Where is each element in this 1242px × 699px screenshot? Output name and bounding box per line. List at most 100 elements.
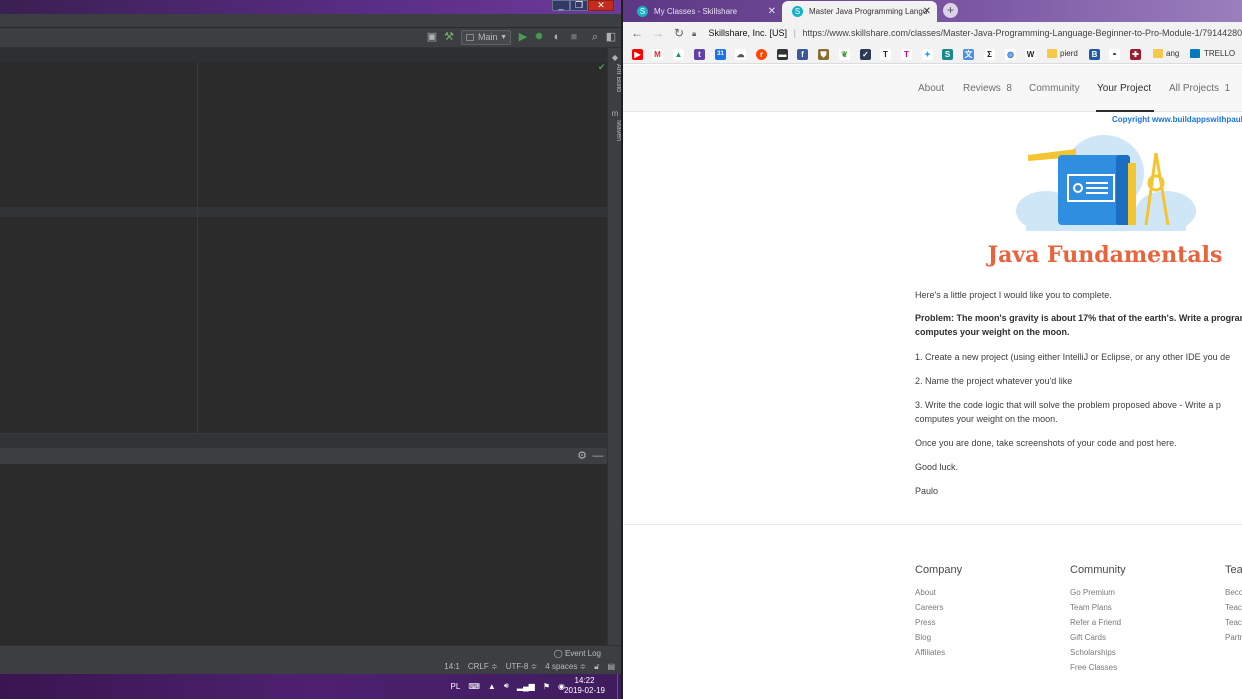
coverage-icon[interactable]: ◐ — [551, 31, 563, 43]
site-identity[interactable]: Skillshare, Inc. [US] — [709, 28, 788, 38]
hide-panel-icon[interactable]: — — [592, 450, 604, 462]
maven-tab[interactable]: Maven — [608, 120, 621, 141]
build-hammer-icon[interactable]: ⚒ — [443, 31, 455, 43]
tmobile-bookmark-icon[interactable]: T — [901, 49, 912, 60]
nav-community[interactable]: Community — [1029, 83, 1080, 94]
wikipedia-bookmark-icon[interactable]: W — [1025, 49, 1036, 60]
gear-icon[interactable]: ⚙ — [576, 450, 588, 462]
minimize-icon[interactable]: _ — [552, 0, 570, 11]
back-arrow-icon[interactable]: ← — [630, 26, 644, 40]
footer-link[interactable]: Scholarships — [1070, 645, 1126, 660]
ide-title-bar: _ ❐ ✕ — [0, 0, 621, 14]
tab-my-classes[interactable]: S My Classes - Skillshare ✕ — [627, 1, 782, 22]
footer-link[interactable]: About — [915, 585, 962, 600]
notification-icon[interactable]: ⚑ — [543, 682, 550, 691]
s-bookmark-icon[interactable]: S — [942, 49, 953, 60]
tl-bookmark-icon[interactable]: T — [880, 49, 891, 60]
secure-lock-icon[interactable]: 🔒︎ — [692, 25, 700, 42]
footer-link[interactable]: Team Plans — [1070, 600, 1126, 615]
drive-bookmark-icon[interactable]: ▲ — [673, 49, 684, 60]
footer-link[interactable]: Go Premium — [1070, 585, 1126, 600]
tool-window-bar — [0, 433, 607, 447]
project-structure-icon[interactable]: ▣ — [426, 31, 438, 43]
horizontal-splitter[interactable] — [0, 207, 607, 217]
vcs-icon[interactable]: ◧ — [605, 31, 617, 43]
close-tab-icon[interactable]: ✕ — [768, 1, 776, 22]
new-tab-button[interactable]: + — [943, 3, 958, 18]
globe-bookmark-icon[interactable]: ◍ — [1005, 49, 1016, 60]
footer-link[interactable]: Blog — [915, 630, 962, 645]
nav-about[interactable]: About — [918, 83, 944, 94]
keyboard-icon[interactable]: ⌨ — [468, 682, 480, 691]
puzzle-bookmark-icon[interactable]: ✚ — [1130, 49, 1141, 60]
url-text[interactable]: https://www.skillshare.com/classes/Maste… — [802, 28, 1242, 38]
reddit-bookmark-icon[interactable]: r — [756, 49, 767, 60]
indent-setting[interactable]: 4 spaces ≑ — [545, 662, 586, 672]
nav-all-projects[interactable]: All Projects 1 — [1169, 83, 1230, 94]
vertical-splitter[interactable] — [197, 62, 198, 433]
check-bookmark-icon[interactable]: ✓ — [860, 49, 871, 60]
mask-bookmark-icon[interactable]: ◓ — [1109, 49, 1120, 60]
close-tab-icon[interactable]: ✕ — [923, 1, 931, 22]
chevron-up-icon[interactable]: ▲ — [488, 682, 496, 691]
footer-link[interactable]: Affiliates — [915, 645, 962, 660]
caret-position[interactable]: 14:1 — [444, 662, 460, 672]
project-step-3: 3. Write the code logic that will solve … — [915, 400, 1221, 410]
editor-area[interactable] — [0, 62, 607, 207]
nav-your-project[interactable]: Your Project — [1097, 83, 1151, 94]
translate-bookmark-icon[interactable]: 文 — [963, 49, 974, 60]
debug-icon[interactable]: ✹ — [533, 31, 545, 43]
shield-bookmark-icon[interactable]: ⛊ — [818, 49, 829, 60]
facebook-bookmark-icon[interactable]: f — [797, 49, 808, 60]
footer-link[interactable]: Refer a Friend — [1070, 615, 1126, 630]
bookmark-folder-pierd[interactable]: pierd — [1047, 48, 1078, 60]
ant-build-tab[interactable]: Ant Build — [608, 64, 621, 92]
search-icon[interactable]: ⌕ — [589, 31, 601, 43]
bookmark-trello[interactable]: TRELLO — [1190, 48, 1235, 60]
bottom-tool-panel[interactable] — [0, 464, 607, 645]
skillshare-page: About Reviews 8 Community Your Project A… — [623, 65, 1242, 699]
clock[interactable]: 14:22 2019-02-19 — [564, 676, 605, 696]
restore-icon[interactable]: ❐ — [570, 0, 588, 11]
close-icon[interactable]: ✕ — [588, 0, 614, 11]
footer-link[interactable]: Careers — [915, 600, 962, 615]
gmail-bookmark-icon[interactable]: M — [652, 49, 663, 60]
calendar-bookmark-icon[interactable]: 31 — [715, 49, 726, 60]
footer-link[interactable]: Beco — [1225, 585, 1242, 600]
cloud-bookmark-icon[interactable]: ☁ — [735, 49, 746, 60]
lock-icon[interactable]: 🔓︎ — [594, 662, 599, 672]
language-indicator[interactable]: PL — [451, 682, 461, 691]
volume-icon[interactable]: 🔊︎ — [504, 681, 509, 691]
youtube-bookmark-icon[interactable]: ▶ — [632, 49, 643, 60]
twitch-bookmark-icon[interactable]: t — [694, 49, 705, 60]
footer-link[interactable]: Gift Cards — [1070, 630, 1126, 645]
nav-reviews-count: 8 — [1006, 83, 1012, 94]
reload-icon[interactable]: ↻ — [672, 26, 686, 40]
line-separator[interactable]: CRLF ≑ — [468, 662, 498, 672]
project-step-1: 1. Create a new project (using either In… — [915, 352, 1231, 362]
browser-tab-strip: S My Classes - Skillshare ✕ S Master Jav… — [623, 0, 1242, 22]
footer-community: Community Go Premium Team Plans Refer a … — [1070, 564, 1126, 675]
run-icon[interactable]: ▶ — [517, 31, 529, 43]
bookmark-folder-ang[interactable]: ang — [1153, 48, 1179, 60]
forward-arrow-icon[interactable]: → — [651, 26, 665, 40]
memory-icon[interactable]: ▤ — [607, 662, 615, 672]
sigma-bookmark-icon[interactable]: Σ — [984, 49, 995, 60]
footer-link[interactable]: Teac — [1225, 615, 1242, 630]
footer-link[interactable]: Press — [915, 615, 962, 630]
stop-icon[interactable]: ■ — [568, 31, 580, 43]
tab-master-java[interactable]: S Master Java Programming Langu ✕ — [782, 1, 937, 22]
event-log-button[interactable]: ◯ Event Log — [554, 649, 601, 658]
footer-link[interactable]: Free Classes — [1070, 660, 1126, 675]
leaf-bookmark-icon[interactable]: ❦ — [839, 49, 850, 60]
b-bookmark-icon[interactable]: B — [1089, 49, 1100, 60]
footer-link[interactable]: Teac — [1225, 600, 1242, 615]
run-configuration-select[interactable]: Main ▼ — [461, 30, 511, 45]
nav-reviews[interactable]: Reviews 8 — [963, 83, 1012, 94]
network-icon[interactable]: ▂▄▆ — [517, 682, 535, 691]
car-bookmark-icon[interactable]: ▬ — [777, 49, 788, 60]
file-encoding[interactable]: UTF-8 ≑ — [506, 662, 538, 672]
twitter-bookmark-icon[interactable]: ✦ — [922, 49, 933, 60]
footer-link[interactable]: Partr — [1225, 630, 1242, 645]
address-bar[interactable]: 🔒︎ Skillshare, Inc. [US] | https://www.s… — [692, 25, 1242, 42]
